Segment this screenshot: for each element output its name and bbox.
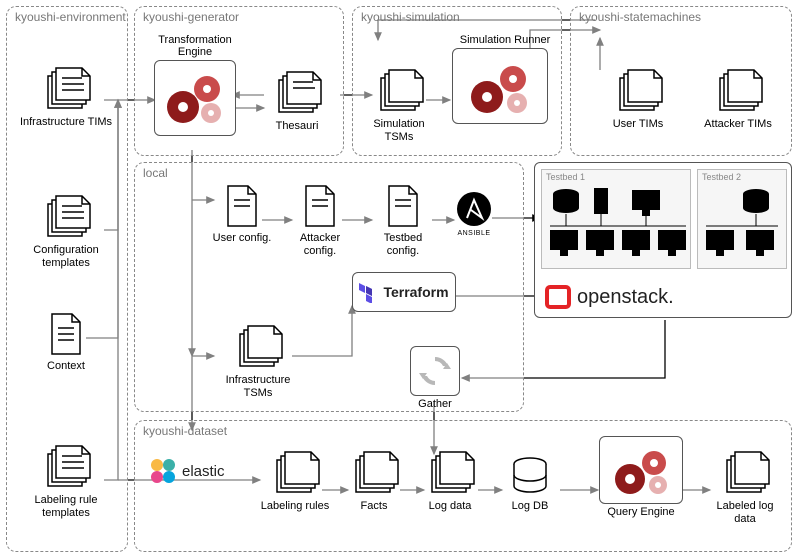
label-labeling-templates: Labeling rule templates [18,494,114,519]
node-sim-tsms: Simulation TSMs [362,64,436,143]
label-testbed2: Testbed 2 [702,172,741,182]
node-transform-engine: Transformation Engine [150,34,240,136]
doc-icon [222,182,262,230]
node-attacker-tims: Attacker TIMs [698,64,778,131]
label-attacker-config: Attacker config. [288,232,352,257]
label-openstack: openstack. [577,286,674,309]
label-gather: Gather [404,398,466,411]
label-infra-tsms: Infrastructure TSMs [210,374,306,399]
docs-stack-icon [373,64,425,116]
label-context: Context [30,360,102,373]
label-elastic: elastic [182,463,225,480]
node-query-engine: Query Engine [594,436,688,519]
label-attacker-tims: Attacker TIMs [698,118,778,131]
node-gather: Gather [404,346,466,411]
label-user-tims: User TIMs [598,118,678,131]
elastic-icon [148,456,178,486]
label-log-db: Log DB [498,500,562,513]
openstack-icon [545,285,571,309]
docs-stack-icon [612,64,664,116]
servers-icon [542,170,692,270]
panel-title-generator: kyoushi-generator [143,10,239,24]
gears-icon [453,49,549,125]
node-facts: Facts [344,446,404,513]
docs-stack-icon [348,446,400,498]
label-log-data: Log data [418,500,482,513]
docs-stack-icon [232,320,284,372]
docs-stack-icon [40,62,92,114]
label-sim-tsms: Simulation TSMs [362,118,436,143]
label-query-engine: Query Engine [594,506,688,519]
node-labeling-rules: Labeling rules [260,446,330,513]
panel-title-dataset: kyoushi-dataset [143,424,227,438]
label-thesauri: Thesauri [260,120,334,133]
label-labeling-rules: Labeling rules [260,500,330,513]
label-testbed1: Testbed 1 [546,172,585,182]
node-infra-tims: Infrastructure TIMs [18,62,114,129]
node-elastic: elastic [148,456,248,486]
servers-icon [698,170,788,270]
testbed-2: Testbed 2 [697,169,787,269]
node-thesauri: Thesauri [260,66,334,133]
testbed-1: Testbed 1 [541,169,691,269]
gears-icon [155,61,237,137]
node-log-data: Log data [418,446,482,513]
node-context: Context [30,310,102,373]
docs-stack-icon [40,190,92,242]
node-labeling-templates: Labeling rule templates [18,440,114,519]
node-config-templates: Configuration templates [18,190,114,269]
panel-title-local: local [143,166,168,180]
node-sim-runner: Simulation Runner [446,34,554,124]
docs-stack-icon [424,446,476,498]
node-ansible: ANSIBLE [450,190,498,238]
node-infra-tsms: Infrastructure TSMs [210,320,306,399]
label-ansible: ANSIBLE [450,230,498,238]
docs-stack-icon [719,446,771,498]
node-attacker-config: Attacker config. [288,182,352,257]
label-infra-tims: Infrastructure TIMs [18,116,114,129]
cycle-icon [417,353,453,389]
node-user-tims: User TIMs [598,64,678,131]
panel-title-statemachines: kyoushi-statemachines [579,10,701,24]
docs-stack-icon [271,66,323,118]
terraform-icon [359,281,379,303]
label-config-templates: Configuration templates [18,244,114,269]
panel-title-environment: kyoushi-environment [15,10,126,24]
doc-icon [383,182,423,230]
node-terraform: Terraform [352,272,456,312]
node-testbed-config: Testbed config. [368,182,438,257]
gears-icon [600,437,684,505]
label-labeled-log-data: Labeled log data [706,500,784,525]
docs-stack-icon [40,440,92,492]
docs-stack-icon [712,64,764,116]
ansible-icon [455,190,493,228]
label-sim-runner: Simulation Runner [456,34,554,46]
node-labeled-log-data: Labeled log data [706,446,784,525]
label-transform-engine: Transformation Engine [150,34,240,58]
node-log-db: Log DB [498,454,562,513]
label-facts: Facts [344,500,404,513]
node-user-config: User config. [212,182,272,245]
node-openstack: Testbed 1 Testbed 2 ope [534,162,792,318]
label-testbed-config: Testbed config. [368,232,438,257]
doc-icon [300,182,340,230]
panel-title-simulation: kyoushi-simulation [361,10,460,24]
doc-icon [46,310,86,358]
db-icon [508,454,552,498]
docs-stack-icon [269,446,321,498]
label-user-config: User config. [212,232,272,245]
label-terraform: Terraform [383,284,448,300]
